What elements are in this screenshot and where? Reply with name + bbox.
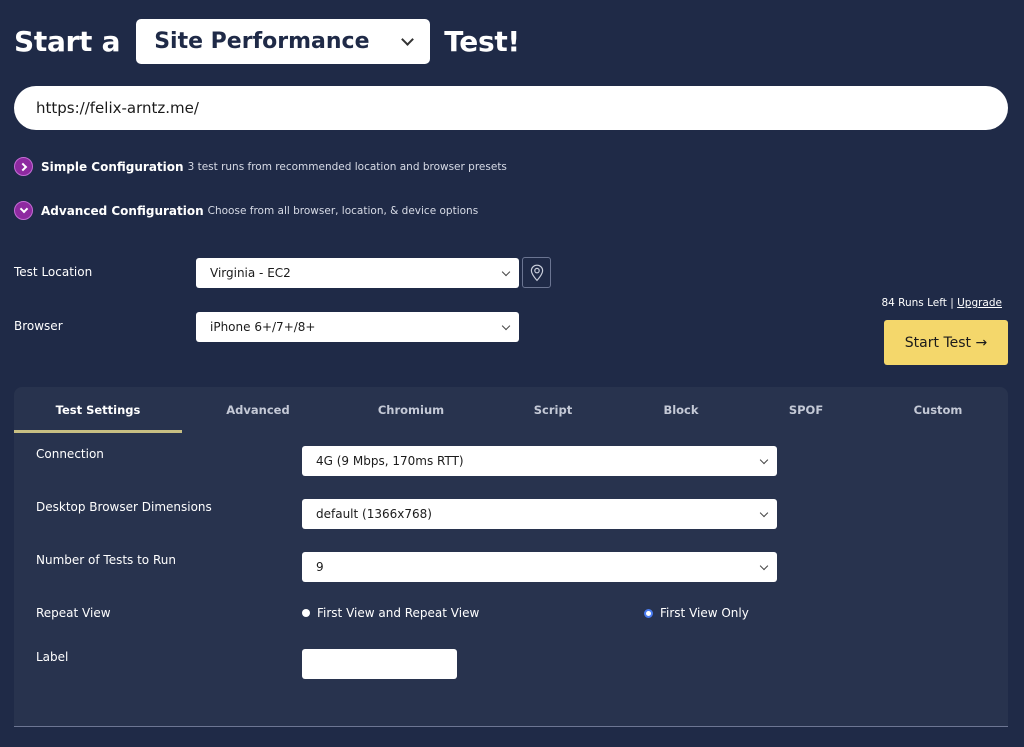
browser-value: iPhone 6+/7+/8+ (210, 320, 316, 334)
url-input[interactable] (14, 86, 1008, 130)
chevron-down-icon (759, 455, 769, 464)
heading-prefix: Start a (14, 24, 121, 58)
heading-suffix: Test! (444, 24, 520, 58)
num-tests-label: Number of Tests to Run (36, 553, 176, 567)
simple-config-description: 3 test runs from recommended location an… (187, 160, 507, 173)
tab-script[interactable]: Script (488, 387, 618, 433)
tab-advanced[interactable]: Advanced (182, 387, 334, 433)
radio-first-and-repeat-view[interactable]: First View and Repeat View (302, 606, 479, 620)
test-location-select[interactable]: Virginia - EC2 (196, 258, 519, 288)
radio-label: First View Only (660, 606, 749, 620)
map-pin-icon (530, 264, 543, 281)
test-type-select[interactable]: Site Performance (136, 18, 431, 64)
radio-first-view-only[interactable]: First View Only (644, 606, 749, 620)
test-type-value: Site Performance (154, 28, 370, 54)
chevron-down-circle-icon (14, 201, 33, 220)
browser-label: Browser (14, 319, 63, 333)
simple-configuration-toggle[interactable]: Simple Configuration 3 test runs from re… (14, 157, 507, 176)
num-tests-select[interactable]: 9 (302, 552, 777, 582)
advanced-config-description: Choose from all browser, location, & dev… (207, 204, 479, 217)
chevron-right-circle-icon (14, 157, 33, 176)
dimensions-label: Desktop Browser Dimensions (36, 500, 212, 514)
page: Start a Site Performance Test! Simple Co… (0, 0, 1024, 747)
dimensions-select[interactable]: default (1366x768) (302, 499, 777, 529)
runs-left-info: 84 Runs Left | Upgrade (881, 297, 1002, 309)
simple-config-title: Simple Configuration (41, 159, 184, 174)
connection-label: Connection (36, 447, 104, 461)
tab-block[interactable]: Block (618, 387, 744, 433)
settings-panel: Test Settings Advanced Chromium Script B… (14, 387, 1008, 727)
label-input[interactable] (302, 649, 457, 679)
chevron-down-icon (501, 321, 511, 330)
map-location-button[interactable] (522, 257, 551, 288)
page-heading: Start a Site Performance Test! (14, 18, 520, 64)
runs-left-text: 84 Runs Left | (881, 297, 954, 309)
advanced-config-title: Advanced Configuration (41, 203, 204, 218)
chevron-down-icon (401, 32, 415, 46)
dimensions-value: default (1366x768) (316, 507, 432, 521)
radio-label: First View and Repeat View (317, 606, 480, 620)
tab-custom[interactable]: Custom (868, 387, 1008, 433)
num-tests-value: 9 (316, 560, 324, 574)
connection-value: 4G (9 Mbps, 170ms RTT) (316, 454, 464, 468)
connection-select[interactable]: 4G (9 Mbps, 170ms RTT) (302, 446, 777, 476)
browser-select[interactable]: iPhone 6+/7+/8+ (196, 312, 519, 342)
tab-spof[interactable]: SPOF (744, 387, 868, 433)
radio-button-checked[interactable] (644, 608, 653, 618)
label-field-label: Label (36, 650, 69, 664)
chevron-down-icon (759, 508, 769, 517)
chevron-down-icon (501, 267, 511, 276)
start-test-button[interactable]: Start Test → (884, 320, 1008, 365)
repeat-view-label: Repeat View (36, 606, 111, 620)
upgrade-link[interactable]: Upgrade (957, 297, 1002, 309)
test-location-value: Virginia - EC2 (210, 266, 291, 280)
test-location-label: Test Location (14, 265, 93, 279)
radio-button[interactable] (302, 609, 310, 617)
advanced-configuration-toggle[interactable]: Advanced Configuration Choose from all b… (14, 201, 478, 220)
tab-chromium[interactable]: Chromium (334, 387, 488, 433)
chevron-down-icon (759, 561, 769, 570)
settings-tabs: Test Settings Advanced Chromium Script B… (14, 387, 1008, 433)
tab-test-settings[interactable]: Test Settings (14, 387, 182, 433)
